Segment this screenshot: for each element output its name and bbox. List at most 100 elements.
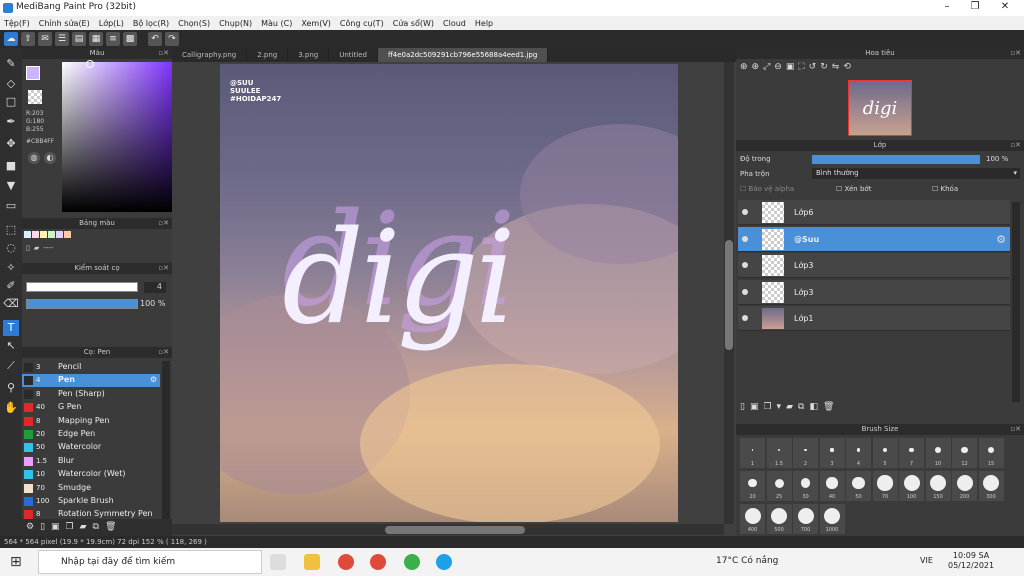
- chrome-profile-icon[interactable]: [370, 554, 386, 570]
- menu-view[interactable]: Xem(V): [301, 19, 331, 28]
- brush-size-cell[interactable]: 150: [925, 471, 951, 501]
- layer-row[interactable]: Lớp3: [738, 253, 1010, 278]
- pen-list-item[interactable]: 50 Watercolor: [22, 441, 160, 454]
- brush-size-cell[interactable]: 400: [740, 504, 765, 534]
- sv-cursor[interactable]: [86, 60, 94, 68]
- menu-color[interactable]: Màu (C): [261, 19, 292, 28]
- pen-list-item[interactable]: 100 Sparkle Brush: [22, 495, 160, 508]
- pen-list-item[interactable]: 20 Edge Pen: [22, 428, 160, 441]
- protect-alpha-checkbox[interactable]: ☐ Bảo vệ alpha: [740, 185, 794, 193]
- fill-shape-tool-icon[interactable]: ■: [3, 158, 19, 174]
- duplicate-brush-icon[interactable]: ⧉: [93, 522, 99, 533]
- input-language[interactable]: VIE: [920, 556, 933, 565]
- layer-row[interactable]: @Suu ⚙: [738, 226, 1010, 252]
- pen-list-item[interactable]: 40 G Pen: [22, 401, 160, 414]
- saturation-value-picker[interactable]: [62, 62, 177, 212]
- add-brush-icon[interactable]: ▣: [51, 522, 60, 533]
- layer-row[interactable]: Lớp3: [738, 279, 1010, 305]
- visibility-eye-icon[interactable]: [742, 315, 748, 321]
- maximize-button[interactable]: ❐: [962, 1, 988, 15]
- horizontal-scroll-thumb[interactable]: [385, 526, 525, 534]
- taskbar-search[interactable]: Nhập tại đây để tìm kiếm: [38, 550, 262, 574]
- brush-size-cell[interactable]: 700: [793, 504, 818, 534]
- brush-size-cell[interactable]: 100: [899, 471, 924, 501]
- document-icon[interactable]: ▦: [89, 32, 103, 46]
- brush-size-cell[interactable]: 1: [740, 438, 765, 468]
- gear-icon[interactable]: ⚙: [150, 375, 157, 384]
- visibility-eye-icon[interactable]: [742, 288, 748, 295]
- text-tool-icon[interactable]: T: [3, 320, 19, 336]
- operation-tool-icon[interactable]: ↖: [3, 338, 19, 354]
- brush-size-cell[interactable]: 7: [899, 438, 924, 468]
- zoom-out-icon[interactable]: ⊖: [774, 62, 782, 72]
- tab-calligraphy[interactable]: Calligraphy.png: [172, 48, 248, 62]
- share-icon[interactable]: ⇪: [21, 32, 35, 46]
- menu-file[interactable]: Tệp(F): [4, 19, 30, 28]
- file-explorer-icon[interactable]: [304, 554, 320, 570]
- new-halftone-layer-icon[interactable]: ▣: [750, 402, 759, 412]
- brush-size-cell[interactable]: 3: [819, 438, 845, 468]
- folder-brush-icon[interactable]: ▰: [80, 522, 87, 533]
- navigator-thumbnail[interactable]: digi: [848, 80, 912, 136]
- pen-list-item[interactable]: 8 Mapping Pen: [22, 415, 160, 428]
- pen-list-item[interactable]: 8 Pen (Sharp): [22, 388, 160, 401]
- brush-size-slider[interactable]: [26, 282, 138, 292]
- palette-swatch[interactable]: [64, 231, 71, 238]
- brush-size-cell[interactable]: 70: [872, 471, 898, 501]
- merge-layer-icon[interactable]: ⧉: [798, 402, 804, 412]
- full-view-icon[interactable]: ⛶: [798, 62, 804, 72]
- windows-start-icon[interactable]: ⊞: [10, 554, 26, 570]
- artwork-canvas[interactable]: @SUU SUULEE #HOIDAP247 digi: [220, 64, 678, 522]
- rotate-right-icon[interactable]: ↻: [820, 62, 828, 72]
- brush-size-cell[interactable]: 300: [978, 471, 1004, 501]
- brush-size-cell[interactable]: 500: [766, 504, 792, 534]
- brush-opacity-slider[interactable]: [26, 299, 138, 309]
- vertical-scroll-thumb[interactable]: [725, 240, 733, 350]
- comment-icon[interactable]: ✉: [38, 32, 52, 46]
- pen-scrollbar[interactable]: [162, 361, 170, 521]
- menu-filter[interactable]: Bộ lọc(R): [133, 19, 169, 28]
- brush-size-cell[interactable]: 20: [740, 471, 765, 501]
- brush-settings-icon[interactable]: ⚙: [26, 522, 34, 533]
- brush-size-cell[interactable]: 1000: [819, 504, 845, 534]
- layer-row[interactable]: Lớp1: [738, 306, 1010, 331]
- bucket-tool-icon[interactable]: ▼: [3, 178, 19, 194]
- brush-size-cell[interactable]: 4: [846, 438, 871, 468]
- skype-icon[interactable]: [436, 554, 452, 570]
- rotate-left-icon[interactable]: ↺: [809, 62, 817, 72]
- brush-size-cell[interactable]: 25: [766, 471, 792, 501]
- blend-mode-select[interactable]: Bình thường ▾: [812, 168, 1020, 179]
- tab-3[interactable]: 3.png: [288, 48, 330, 62]
- chat-icon[interactable]: ☰: [55, 32, 69, 46]
- menu-tools[interactable]: Công cụ(T): [340, 19, 384, 28]
- menu-layer[interactable]: Lớp(L): [99, 19, 124, 28]
- eyedropper-icon[interactable]: ⚲: [3, 380, 19, 396]
- clipping-checkbox[interactable]: ☐ Xén bớt: [836, 185, 871, 193]
- fit-icon[interactable]: ⤢: [763, 62, 770, 72]
- minimize-button[interactable]: –: [934, 1, 960, 15]
- palette-swatch[interactable]: [32, 231, 39, 238]
- pen-list-item[interactable]: 10 Watercolor (Wet): [22, 468, 160, 481]
- hand-tool-icon[interactable]: ✋: [3, 400, 19, 416]
- menu-select[interactable]: Chọn(S): [178, 19, 210, 28]
- clock[interactable]: 10:09 SA 05/12/2021: [948, 551, 994, 571]
- divide-tool-icon[interactable]: ⟋: [3, 358, 19, 374]
- color-picker-icon[interactable]: ◐: [44, 152, 56, 164]
- pen-list-item[interactable]: 1.5 Blur: [22, 455, 160, 468]
- brush-size-value[interactable]: 4: [144, 282, 166, 293]
- delete-layer-icon[interactable]: 🗑: [823, 402, 834, 412]
- visibility-eye-icon[interactable]: [742, 235, 748, 242]
- brush-size-cell[interactable]: 12: [952, 438, 977, 468]
- chrome-icon[interactable]: [338, 554, 354, 570]
- layer-mask-icon[interactable]: ◧: [809, 402, 818, 412]
- brush-size-cell[interactable]: 1.5: [766, 438, 792, 468]
- brush-size-cell[interactable]: 2: [793, 438, 818, 468]
- brush-size-cell[interactable]: 5: [872, 438, 898, 468]
- layer-folder-icon[interactable]: ▰: [786, 402, 793, 412]
- palette-icon[interactable]: ◍: [28, 152, 40, 164]
- brush-size-cell[interactable]: 40: [819, 471, 845, 501]
- menu-help[interactable]: Help: [475, 19, 493, 28]
- palette-more[interactable]: ----: [43, 244, 53, 252]
- folder-icon[interactable]: ▰: [34, 244, 39, 252]
- list-icon[interactable]: ≡: [106, 32, 120, 46]
